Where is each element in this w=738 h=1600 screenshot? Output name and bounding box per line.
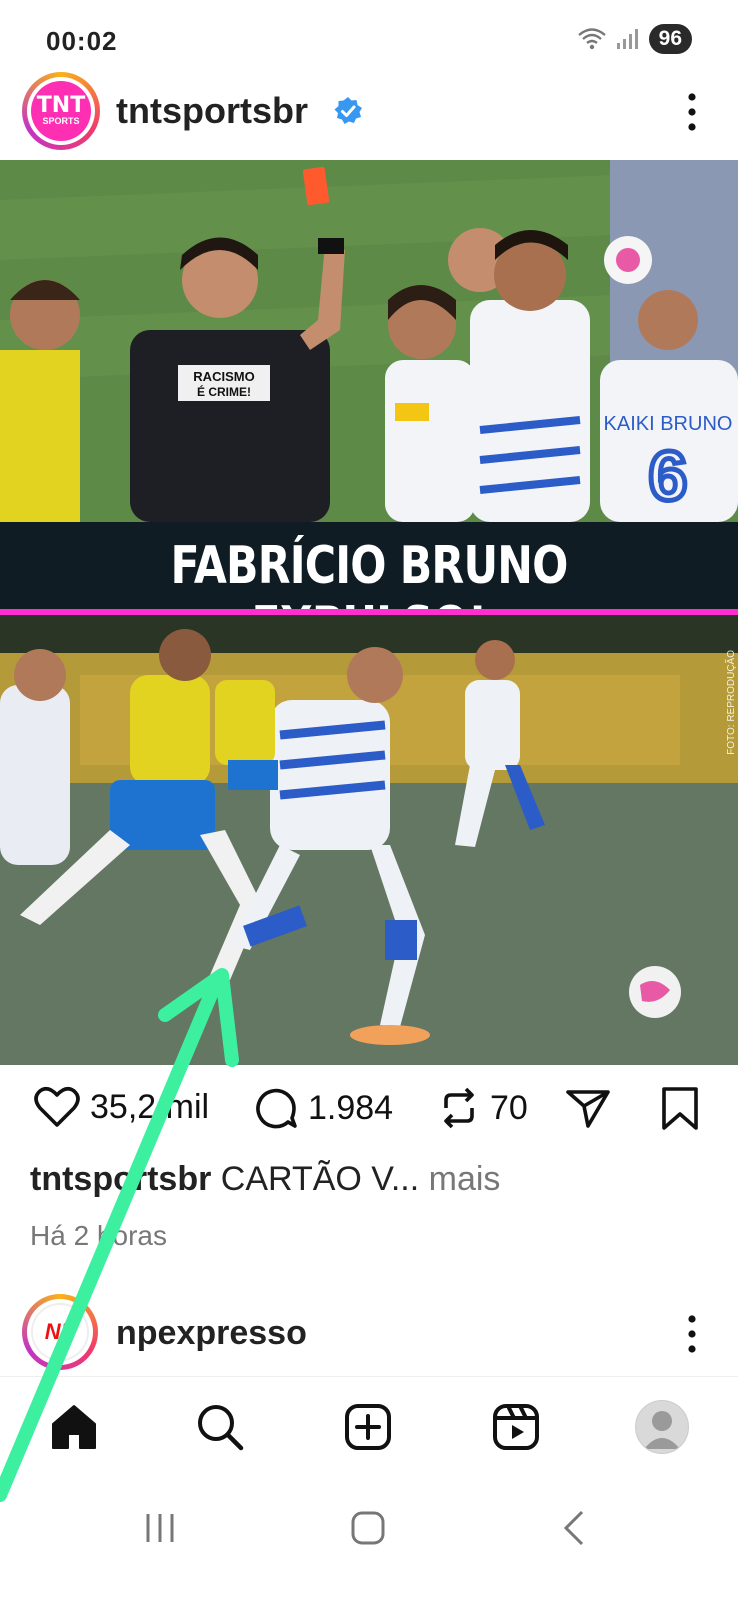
post-caption[interactable]: tntsportsbr CARTÃO V... mais <box>30 1160 500 1199</box>
post-username[interactable]: tntsportsbr <box>116 90 308 132</box>
headline-banner: FABRÍCIO BRUNO EXPULSO! <box>0 522 738 656</box>
status-time: 00:02 <box>46 26 118 56</box>
battery-level: 96 <box>648 24 692 54</box>
avatar-logo-subtext: SPORTS <box>42 116 80 126</box>
avatar-logo-text: TNT <box>36 93 86 118</box>
referee-shirt-text: RACISMO <box>193 369 254 384</box>
post-image[interactable]: RACISMO É CRIME! KAIKI BRUNO 6 FABRÍCIO … <box>0 160 738 1065</box>
photo-credit: FOTO: REPRODUÇÃO <box>726 650 737 755</box>
back-icon[interactable] <box>554 1508 594 1548</box>
profile-icon[interactable] <box>635 1400 689 1454</box>
nav-create[interactable] <box>340 1399 396 1455</box>
verified-badge-icon <box>334 97 362 124</box>
caption-more-link[interactable]: mais <box>429 1160 501 1198</box>
caption-text: CARTÃO V... <box>220 1160 420 1198</box>
system-nav-bar <box>0 1476 738 1600</box>
heart-icon[interactable] <box>34 1086 80 1128</box>
photo-referee-red-card: RACISMO É CRIME! KAIKI BRUNO 6 <box>0 160 738 522</box>
bookmark-icon[interactable] <box>660 1086 700 1132</box>
svg-text:É CRIME!: É CRIME! <box>197 384 251 399</box>
share-action[interactable] <box>564 1086 612 1130</box>
caption-username[interactable]: tntsportsbr <box>30 1160 211 1198</box>
signal-icon <box>616 29 638 49</box>
save-action[interactable] <box>660 1086 700 1132</box>
more-vertical-icon[interactable] <box>686 1314 698 1354</box>
more-vertical-icon[interactable] <box>686 92 698 132</box>
photo-match-action <box>0 615 738 1065</box>
post-timestamp: Há 2 horas <box>30 1220 167 1251</box>
like-action[interactable]: 35,2 mil <box>34 1086 209 1128</box>
wifi-icon <box>577 28 606 50</box>
home-button[interactable] <box>338 1498 398 1558</box>
like-count[interactable]: 35,2 mil <box>90 1088 209 1127</box>
next-post-header: NP npexpresso <box>0 1290 738 1376</box>
status-bar: 00:02 96 <box>0 0 738 70</box>
comment-action[interactable]: 1.984 <box>254 1086 393 1130</box>
post-actions: 35,2 mil 1.984 70 <box>0 1086 738 1142</box>
svg-text:6: 6 <box>649 437 688 515</box>
post-header: TNT SPORTS tntsportsbr <box>0 72 738 160</box>
share-icon[interactable] <box>564 1086 612 1130</box>
repost-count[interactable]: 70 <box>490 1089 528 1128</box>
nav-home[interactable] <box>46 1399 102 1455</box>
np-logo: NP <box>31 1303 89 1361</box>
avatar[interactable]: TNT SPORTS <box>22 72 100 150</box>
search-icon[interactable] <box>195 1402 245 1452</box>
nav-search[interactable] <box>192 1399 248 1455</box>
home-icon[interactable] <box>49 1402 99 1452</box>
recents-icon[interactable] <box>140 1508 180 1548</box>
next-post-username[interactable]: npexpresso <box>116 1314 307 1353</box>
repost-action[interactable]: 70 <box>438 1086 528 1130</box>
tnt-sports-logo: TNT SPORTS <box>31 81 91 141</box>
back-button[interactable] <box>544 1498 604 1558</box>
nav-reels[interactable] <box>488 1399 544 1455</box>
next-post-avatar[interactable]: NP <box>22 1294 98 1370</box>
bottom-nav <box>0 1376 738 1477</box>
comment-count[interactable]: 1.984 <box>308 1089 393 1128</box>
comment-icon[interactable] <box>254 1086 298 1130</box>
home-button-icon[interactable] <box>348 1508 388 1548</box>
svg-text:KAIKI BRUNO: KAIKI BRUNO <box>604 413 733 435</box>
recents-button[interactable] <box>130 1498 190 1558</box>
reels-icon[interactable] <box>492 1403 540 1451</box>
repost-icon[interactable] <box>438 1086 480 1130</box>
status-icons: 96 <box>577 24 692 54</box>
create-icon[interactable] <box>344 1403 392 1451</box>
nav-profile[interactable] <box>634 1399 690 1455</box>
